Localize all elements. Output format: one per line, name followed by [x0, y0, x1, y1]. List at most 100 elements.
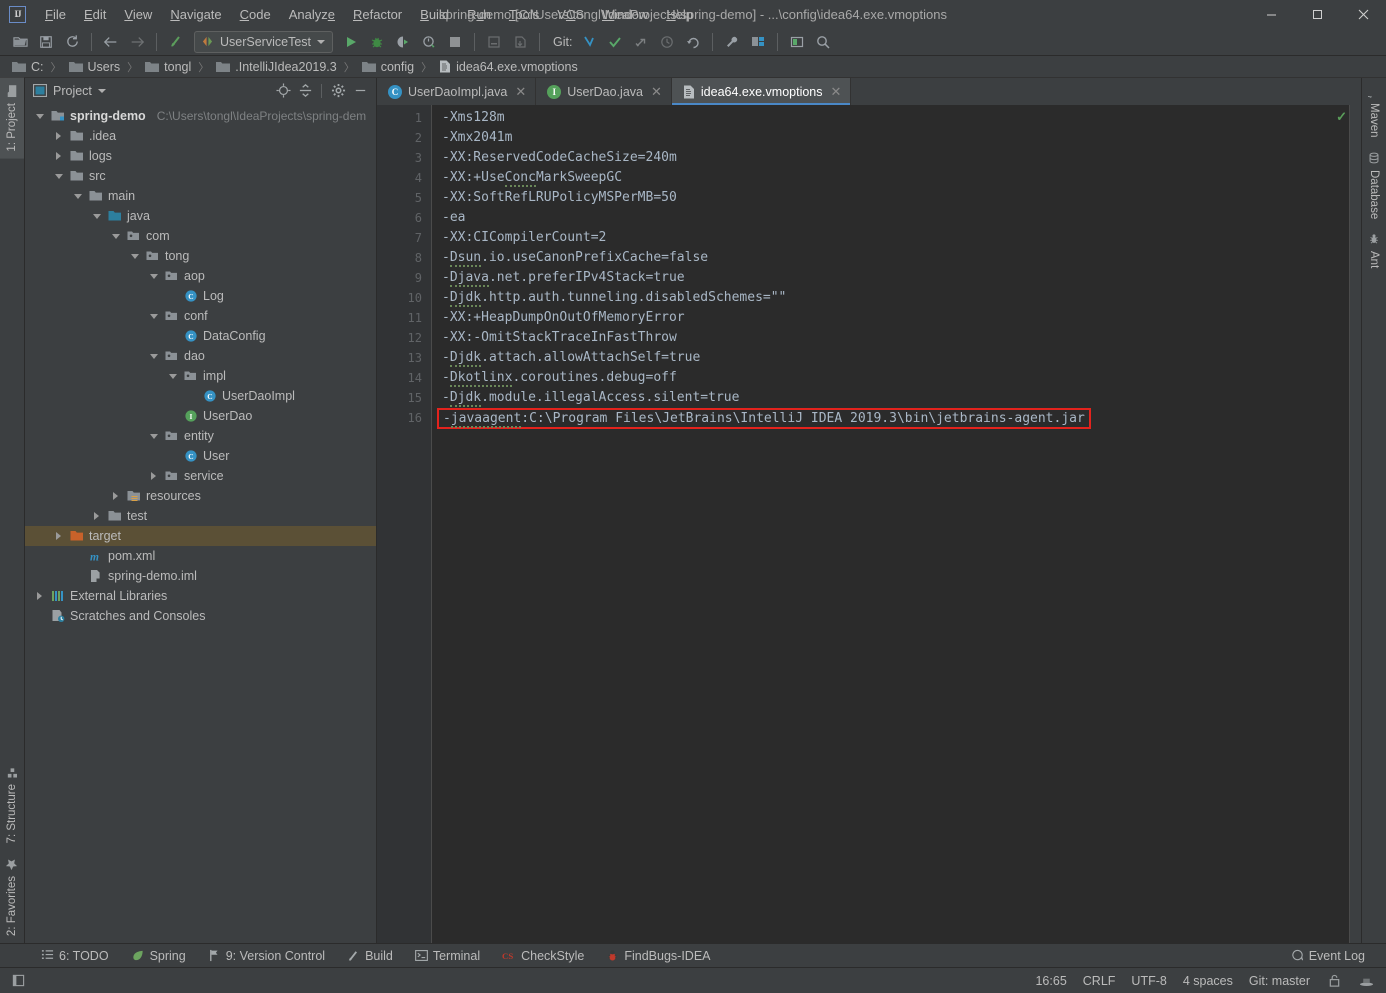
gear-icon[interactable] [328, 81, 348, 101]
breadcrumb-item-tongl[interactable]: tongl [143, 60, 193, 74]
bottom-item-version-control[interactable]: 9: Version Control [197, 947, 336, 965]
git-push-icon[interactable] [629, 31, 653, 53]
inspection-status-icon[interactable]: ✓ [1336, 109, 1347, 125]
stop-icon[interactable] [443, 31, 467, 53]
tree-node-userdaoimpl[interactable]: C UserDaoImpl [25, 386, 376, 406]
tree-node-src[interactable]: src [25, 166, 376, 186]
menu-item-view[interactable]: View [115, 4, 161, 25]
code-line[interactable]: -Djava.net.preferIPv4Stack=true [442, 268, 1349, 288]
collapse-all-icon[interactable] [295, 81, 315, 101]
locate-target-icon[interactable] [273, 81, 293, 101]
tree-node-dao[interactable]: dao [25, 346, 376, 366]
menu-item-tools[interactable]: Tools [500, 4, 548, 25]
chevron-right-icon[interactable] [33, 590, 46, 603]
tree-node-pom-xml[interactable]: m pom.xml [25, 546, 376, 566]
chevron-down-icon[interactable] [109, 230, 122, 243]
git-commit-icon[interactable] [603, 31, 627, 53]
menu-item-build[interactable]: Build [411, 4, 458, 25]
code-line[interactable]: -Djdk.attach.allowAttachSelf=true [442, 348, 1349, 368]
breadcrumb-item-file[interactable]: idea64.exe.vmoptions [437, 60, 580, 74]
line-separator[interactable]: CRLF [1083, 974, 1116, 988]
code-line[interactable]: -XX:+UseConcMarkSweepGC [442, 168, 1349, 188]
tree-node-scratches-and-consoles[interactable]: Scratches and Consoles [25, 606, 376, 626]
git-history-icon[interactable] [655, 31, 679, 53]
code-line[interactable]: -Djdk.http.auth.tunneling.disabledScheme… [442, 288, 1349, 308]
code-area[interactable]: -Xms128m -Xmx2041m -XX:ReservedCodeCacheSi… [432, 105, 1349, 943]
tree-node-resources[interactable]: resources [25, 486, 376, 506]
bottom-item-build[interactable]: Build [336, 947, 404, 965]
tree-node-userdao[interactable]: I UserDao [25, 406, 376, 426]
rollback-icon[interactable] [164, 31, 188, 53]
chevron-down-icon[interactable] [166, 370, 179, 383]
chevron-right-icon[interactable] [52, 130, 65, 143]
code-line[interactable]: -ea [442, 208, 1349, 228]
minimize-button[interactable] [1248, 0, 1294, 28]
code-line[interactable]: -XX:+HeapDumpOnOutOfMemoryError [442, 308, 1349, 328]
tree-node-tong[interactable]: tong [25, 246, 376, 266]
sync-icon[interactable] [60, 31, 84, 53]
chevron-right-icon[interactable] [147, 470, 160, 483]
chevron-right-icon[interactable] [109, 490, 122, 503]
tab-userdao[interactable]: I UserDao.java ✕ [536, 78, 672, 105]
code-line[interactable]: -XX:SoftRefLRUPolicyMSPerMB=50 [442, 188, 1349, 208]
tree-node-log[interactable]: C Log [25, 286, 376, 306]
tree-node-spring-demo[interactable]: spring-demo C:\Users\tongl\IdeaProjects\s… [25, 106, 376, 126]
project-tree[interactable]: spring-demo C:\Users\tongl\IdeaProjects\s… [25, 103, 376, 943]
tree-node-impl[interactable]: impl [25, 366, 376, 386]
close-icon[interactable]: ✕ [651, 84, 662, 100]
open-folder-icon[interactable] [8, 31, 32, 53]
menu-item-run[interactable]: Run [458, 4, 500, 25]
menu-item-window[interactable]: Window [593, 4, 657, 25]
tree-node-test[interactable]: test [25, 506, 376, 526]
tree-node-java[interactable]: java [25, 206, 376, 226]
update-project-icon[interactable] [508, 31, 532, 53]
run-with-coverage-icon[interactable] [391, 31, 415, 53]
bottom-item-terminal[interactable]: Terminal [404, 947, 491, 965]
menu-item-analyze[interactable]: Analyze [280, 4, 344, 25]
tab-userdaoimpl[interactable]: C UserDaoImpl.java ✕ [377, 78, 537, 105]
code-line[interactable]: -XX:ReservedCodeCacheSize=240m [442, 148, 1349, 168]
tab-vmoptions[interactable]: idea64.exe.vmoptions ✕ [671, 78, 852, 105]
menu-item-refactor[interactable]: Refactor [344, 4, 411, 25]
forward-arrow-icon[interactable] [125, 31, 149, 53]
chevron-down-icon[interactable] [97, 88, 106, 93]
chevron-down-icon[interactable] [147, 310, 160, 323]
git-branch[interactable]: Git: master [1249, 974, 1310, 988]
breadcrumb-item-config[interactable]: config [360, 60, 416, 74]
sidebar-item-ant[interactable]: Ant [1363, 226, 1386, 275]
code-line[interactable]: -javaagent:C:\Program Files\JetBrains\In… [437, 407, 1349, 429]
hide-icon[interactable] [350, 81, 370, 101]
tree-node-spring-demo-iml[interactable]: spring-demo.iml [25, 566, 376, 586]
toggle-toolwindows-icon[interactable] [10, 973, 26, 989]
bottom-item-findbugs[interactable]: FindBugs-IDEA [595, 947, 721, 965]
run-icon[interactable] [339, 31, 363, 53]
close-icon[interactable]: ✕ [515, 84, 526, 100]
project-structure-icon[interactable] [746, 31, 770, 53]
editor-scrollbar-gutter[interactable] [1349, 105, 1361, 943]
tree-node-main[interactable]: main [25, 186, 376, 206]
indent-setting[interactable]: 4 spaces [1183, 974, 1233, 988]
menu-item-code[interactable]: Code [231, 4, 280, 25]
tree-node-external-libraries[interactable]: External Libraries [25, 586, 376, 606]
breadcrumb-item-idea-dir[interactable]: .IntelliJIdea2019.3 [214, 60, 338, 74]
sidebar-item-project[interactable]: 1: Project [0, 78, 24, 159]
chevron-down-icon[interactable] [33, 110, 46, 123]
sidebar-item-database[interactable]: Database [1363, 145, 1386, 226]
code-line[interactable]: -Dsun.io.useCanonPrefixCache=false [442, 248, 1349, 268]
tree-node-target[interactable]: target [25, 526, 376, 546]
search-icon[interactable] [811, 31, 835, 53]
caret-position[interactable]: 16:65 [1035, 974, 1066, 988]
event-log-button[interactable]: Event Log [1280, 947, 1376, 965]
tree-node-aop[interactable]: aop [25, 266, 376, 286]
tree-node-logs[interactable]: logs [25, 146, 376, 166]
chevron-down-icon[interactable] [90, 210, 103, 223]
maximize-button[interactable] [1294, 0, 1340, 28]
menu-item-file[interactable]: FFileile [36, 4, 75, 25]
chevron-down-icon[interactable] [52, 170, 65, 183]
code-line[interactable]: -Djdk.module.illegalAccess.silent=true [442, 388, 1349, 408]
code-line[interactable]: -XX:CICompilerCount=2 [442, 228, 1349, 248]
breadcrumb-item-drive[interactable]: C: [10, 60, 46, 74]
tree-node-user[interactable]: C User [25, 446, 376, 466]
chevron-right-icon[interactable] [52, 150, 65, 163]
save-icon[interactable] [34, 31, 58, 53]
